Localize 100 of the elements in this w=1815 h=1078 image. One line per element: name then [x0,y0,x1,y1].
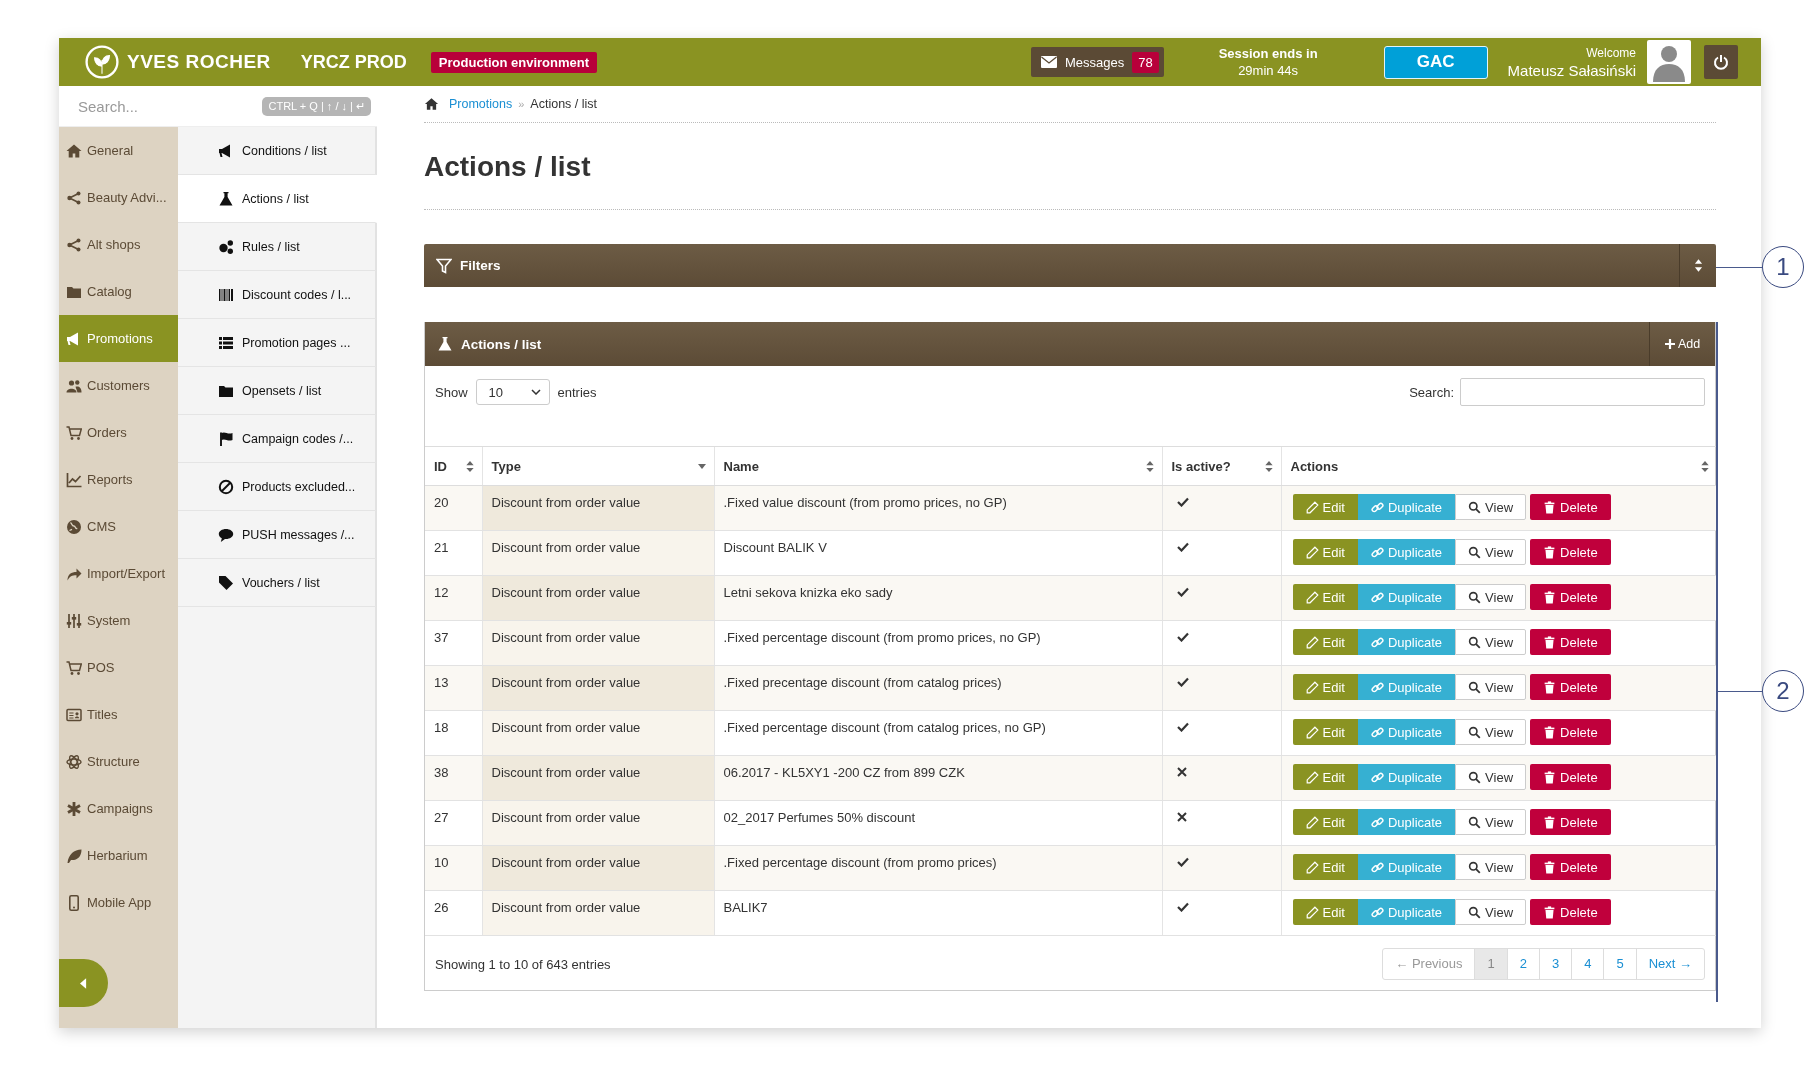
view-button[interactable]: View [1455,584,1527,610]
table-cell: Discount from order value [482,755,714,801]
delete-button[interactable]: Delete [1530,899,1611,925]
table-cell: .Fixed percentage discount (from catalog prices, no GP) [714,710,1162,756]
entries-select[interactable]: 10 [475,379,550,405]
filters-bar[interactable]: Filters [424,244,1716,287]
view-button[interactable]: View [1455,539,1527,565]
delete-button[interactable]: Delete [1530,494,1611,520]
edit-button[interactable]: Edit [1292,899,1358,925]
search-label: Search: [1409,384,1454,400]
chart-icon [66,471,82,488]
delete-button[interactable]: Delete [1530,629,1611,655]
collapse-button[interactable] [59,959,108,1007]
sidebar-item[interactable]: Import/Export [59,550,178,597]
sidebar-item[interactable]: Customers [59,362,178,409]
sort-icon [1145,460,1154,472]
delete-button[interactable]: Delete [1530,539,1611,565]
view-button[interactable]: View [1455,629,1527,655]
search-icon [1468,590,1482,604]
pencil-icon [1305,860,1319,874]
search-icon [1468,905,1482,919]
delete-button[interactable]: Delete [1530,674,1611,700]
edit-button[interactable]: Edit [1292,494,1358,520]
sidebar-item[interactable]: POS [59,644,178,691]
pagination-link[interactable]: 5 [1603,949,1636,979]
pagination-link[interactable]: 4 [1571,949,1604,979]
table-search-field[interactable] [1460,378,1705,406]
delete-button[interactable]: Delete [1530,809,1611,835]
table-cell: 06.2017 - KL5XY1 -200 CZ from 899 CZK [714,755,1162,801]
session-time: 29min 44s [1238,62,1299,79]
view-button[interactable]: View [1455,809,1527,835]
sidebar-item[interactable]: General [59,127,178,174]
sidebar-item[interactable]: Mobile App [59,879,178,926]
cart-icon [66,659,82,676]
view-button[interactable]: View [1455,719,1527,745]
sidebar-item[interactable]: Structure [59,738,178,785]
table-cell: Discount from order value [482,665,714,711]
session-label: Session ends in [1218,45,1318,62]
edit-button[interactable]: Edit [1292,674,1358,700]
sort-icon [465,460,474,472]
sidebar-item[interactable]: Orders [59,409,178,456]
sidebar-item[interactable]: Catalog [59,268,178,315]
delete-button[interactable]: Delete [1530,854,1611,880]
view-button[interactable]: View [1455,674,1527,700]
avatar-icon[interactable] [1647,40,1691,84]
asterisk-icon [66,800,82,817]
trash-icon [1543,680,1557,694]
entries-info: Showing 1 to 10 of 643 entries [435,956,611,972]
breadcrumb-current: Actions / list [530,97,598,111]
table-cell: Discount from order value [482,620,714,666]
edit-button[interactable]: Edit [1292,629,1358,655]
view-button[interactable]: View [1455,854,1527,880]
view-button[interactable]: View [1455,899,1527,925]
search-icon [1468,635,1482,649]
delete-button[interactable]: Delete [1530,719,1611,745]
sidebar-item[interactable]: CMS [59,503,178,550]
column-header[interactable]: Actions [1281,446,1717,486]
sidebar-search-field[interactable]: Search... [76,96,263,116]
share-icon [66,189,82,206]
power-button[interactable] [1704,45,1738,79]
trash-icon [1543,500,1557,514]
sort-icon[interactable] [1693,259,1703,272]
messages-button[interactable]: Messages 78 [1030,47,1164,77]
view-button[interactable]: View [1455,764,1527,790]
trash-icon [1543,545,1557,559]
sidebar-item[interactable]: Reports [59,456,178,503]
sidebar-item[interactable]: Campaigns [59,785,178,832]
delete-button[interactable]: Delete [1530,584,1611,610]
column-header[interactable]: ID [425,446,482,486]
edit-button[interactable]: Edit [1292,809,1358,835]
edit-button[interactable]: Edit [1292,854,1358,880]
edit-button[interactable]: Edit [1292,584,1358,610]
trash-icon [1543,635,1557,649]
edit-button[interactable]: Edit [1292,719,1358,745]
sidebar-item[interactable]: System [59,597,178,644]
submenu-item[interactable]: Actions / list [178,175,377,223]
edit-button[interactable]: Edit [1292,764,1358,790]
sidebar-item[interactable]: Herbarium [59,832,178,879]
sidebar-item[interactable]: Promotions [59,315,178,362]
breadcrumb-link[interactable]: Promotions [449,97,513,111]
message-count: 78 [1132,51,1159,73]
pagination-link[interactable]: 2 [1506,949,1539,979]
table-cell: .Fixed value discount (from promo prices, no GP) [714,485,1162,531]
table-cell: 10 [425,845,482,891]
sidebar-item[interactable]: Alt shops [59,221,178,268]
link-icon [1370,815,1384,829]
add-button[interactable]: Add [1649,322,1715,366]
table-cell: Discount from order value [482,845,714,891]
pagination-link[interactable]: 3 [1538,949,1572,979]
delete-button[interactable]: Delete [1530,764,1611,790]
filter-icon [436,257,452,274]
edit-button[interactable]: Edit [1292,539,1358,565]
sidebar-item[interactable]: Titles [59,691,178,738]
view-button[interactable]: View [1455,494,1527,520]
search-icon [1468,860,1482,874]
pagination-link[interactable]: Next → [1635,949,1704,979]
sidebar-item[interactable]: Beauty Advi... [59,174,178,221]
column-header[interactable]: Name [714,446,1162,486]
column-header[interactable]: Type [482,446,714,486]
column-header[interactable]: Is active? [1162,446,1281,486]
